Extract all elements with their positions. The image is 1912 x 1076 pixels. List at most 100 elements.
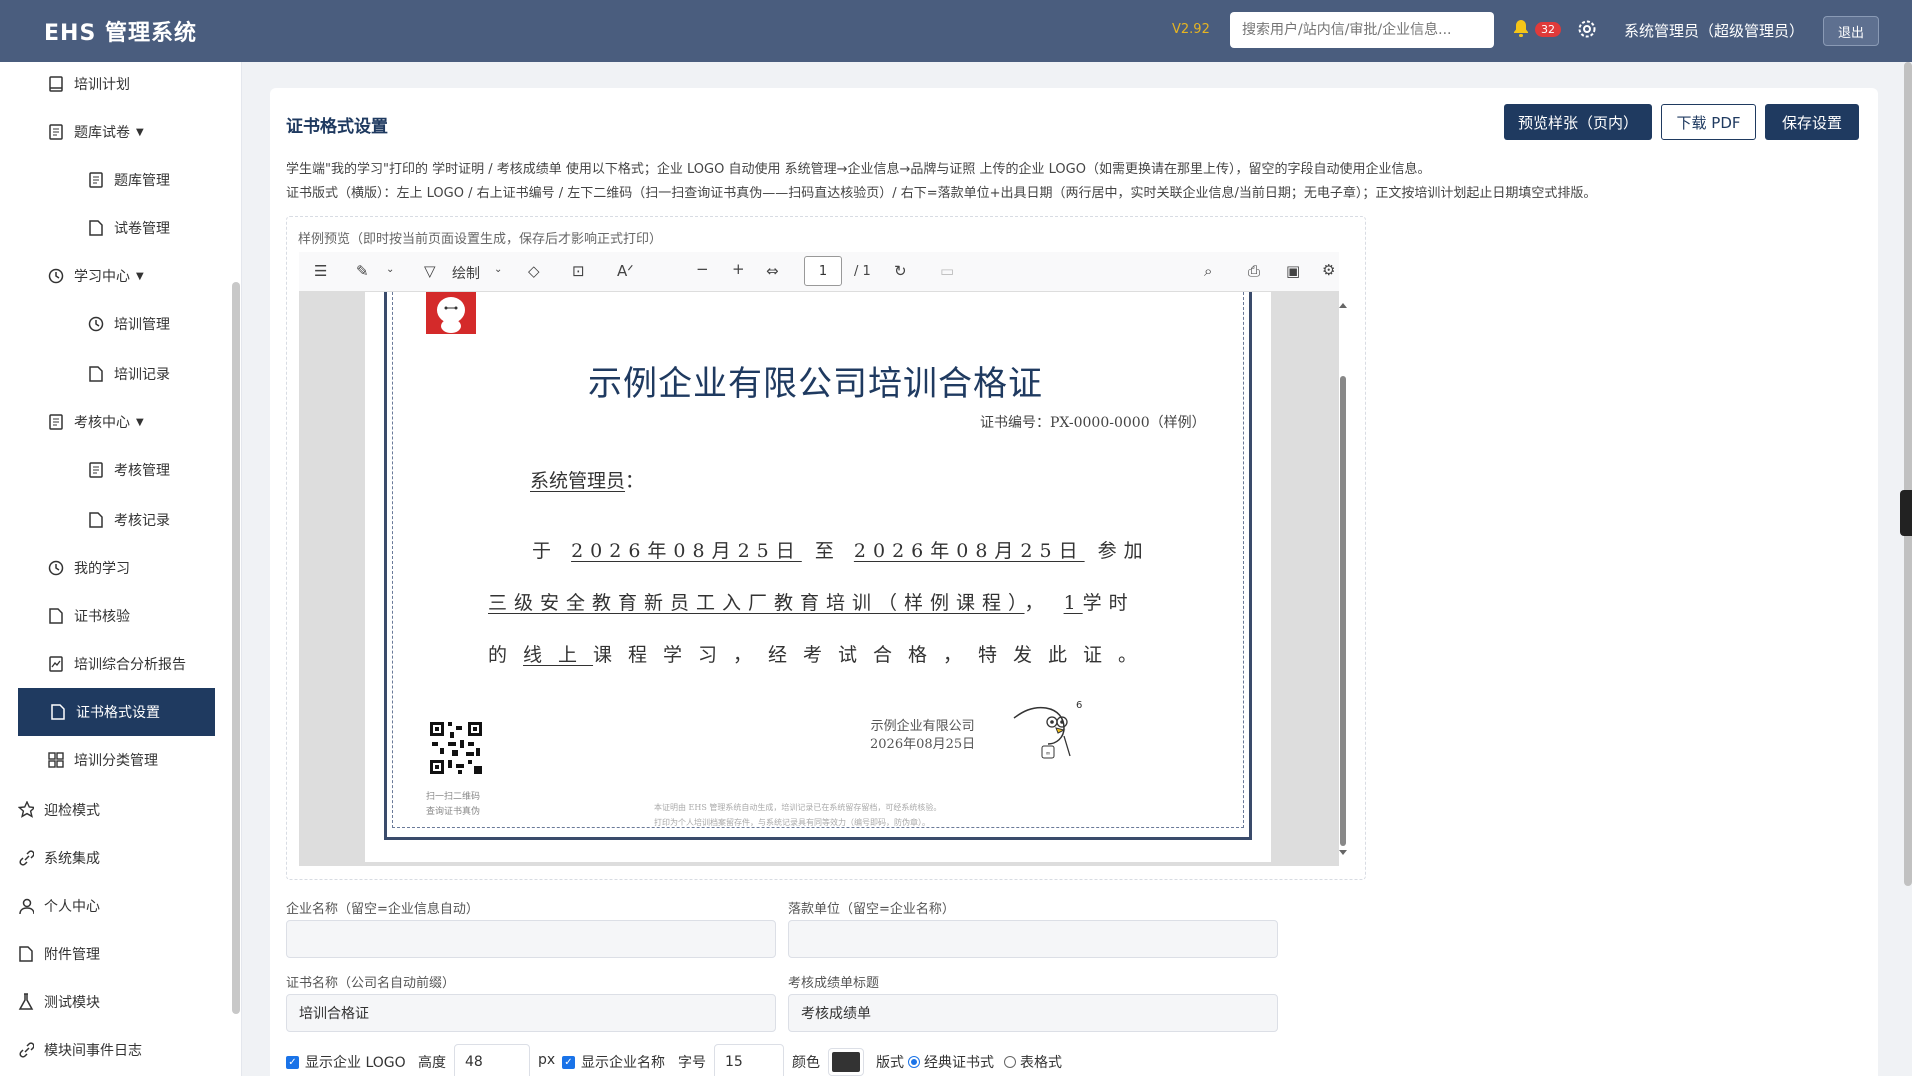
bell-icon[interactable] <box>1512 19 1534 41</box>
sidebar-item-label: 培训记录 <box>114 367 170 383</box>
sidebar-item-system-integration[interactable]: 系统集成 <box>18 834 100 882</box>
sidebar-item-training-plan[interactable]: 培训计划 <box>48 60 130 108</box>
sidebar-item-paper-mgmt[interactable]: 试卷管理 <box>88 204 170 252</box>
settings-gear-icon[interactable] <box>1576 18 1598 46</box>
sidebar-item-cert-format[interactable]: 证书格式设置 <box>18 688 215 736</box>
clock-icon <box>48 559 64 577</box>
download-pdf-button[interactable]: 下载 PDF <box>1661 104 1756 140</box>
layout-table-radio[interactable]: 表格式 <box>1004 1052 1062 1072</box>
logo-height-input[interactable]: 48 <box>454 1044 530 1076</box>
cert-name-input[interactable]: 培训合格证 <box>286 994 776 1032</box>
sidebar-item-label: 培训分类管理 <box>74 753 158 769</box>
sidebar-item-question-mgmt[interactable]: 题库管理 <box>88 156 170 204</box>
side-drawer-handle[interactable] <box>1900 490 1912 536</box>
save-settings-button[interactable]: 保存设置 <box>1765 104 1859 140</box>
eraser-icon[interactable]: ◇ <box>528 262 540 280</box>
sidebar-item-attachments[interactable]: 附件管理 <box>18 930 100 978</box>
svg-text:6: 6 <box>1076 700 1082 711</box>
flask-icon <box>18 993 34 1011</box>
sidebar-item-training-mgmt[interactable]: 培训管理 <box>88 300 170 348</box>
sidebar-item-learning-center[interactable]: 学习中心 ▼ <box>48 252 144 300</box>
sidebar-item-test-module[interactable]: 测试模块 <box>18 978 100 1026</box>
sidebar-item-exam-mgmt[interactable]: 考核管理 <box>88 446 170 494</box>
zoom-out-icon[interactable]: − <box>696 260 709 278</box>
link-icon <box>18 1041 34 1059</box>
logout-button[interactable]: 退出 <box>1823 16 1879 46</box>
layout-label: 版式 <box>876 1055 904 1071</box>
show-logo-label: 显示企业 LOGO <box>305 1055 406 1071</box>
sidebar-item-label: 考核中心 <box>74 415 130 431</box>
sidebar-item-inspection-mode[interactable]: 迎检模式 <box>18 786 100 834</box>
rotate-icon[interactable]: ↻ <box>894 262 907 280</box>
score-title-input[interactable]: 考核成绩单 <box>788 994 1278 1032</box>
certificate-body-line-2: 三级安全教育新员工入厂教育培训（样例课程）， 1学时 <box>488 588 1135 615</box>
sidebar-item-training-records[interactable]: 培训记录 <box>88 350 170 398</box>
footer-line: 本证明由 EHS 管理系统自动生成，培训记录已在系统留存留档，可经系统核验。 <box>654 803 942 812</box>
sidebar-item-my-learning[interactable]: 我的学习 <box>48 544 130 592</box>
certificate-footer-note: 本证明由 EHS 管理系统自动生成，培训记录已在系统留存留档，可经系统核验。 打… <box>654 800 941 830</box>
presentation-icon[interactable]: ▭ <box>940 262 954 280</box>
font-size-input[interactable]: 15 <box>714 1044 784 1076</box>
qr-code <box>428 720 484 776</box>
app-logo[interactable]: EHS 管理系统 <box>44 15 197 47</box>
print-icon[interactable]: ⎙ <box>1248 262 1260 280</box>
sidebar-item-exam-records[interactable]: 考核记录 <box>88 496 170 544</box>
save-icon[interactable]: ▣ <box>1286 262 1300 280</box>
highlight-icon[interactable]: ✎ <box>356 262 369 280</box>
checkbox-checked-icon: ✓ <box>286 1055 299 1069</box>
chevron-down-icon[interactable]: ⌄ <box>494 264 502 275</box>
certificate-body-line-1: 于 2026年08月25日 至 2026年08月25日 参加 <box>532 536 1150 563</box>
issuer-block: 示例企业有限公司 2026年08月25日 <box>870 718 975 754</box>
color-picker[interactable] <box>828 1048 864 1076</box>
link-icon <box>18 849 34 867</box>
qr-caption-line: 查询证书真伪 <box>426 807 481 817</box>
chevron-down-icon[interactable]: ⌄ <box>386 264 394 275</box>
layout-table-label: 表格式 <box>1020 1055 1062 1071</box>
file-icon <box>18 945 34 963</box>
footer-line: 打印为个人培训档案留存件，与系统记录具有同等效力（编号即码，防伪章）。 <box>654 818 930 827</box>
gear-icon[interactable]: ⚙ <box>1322 261 1335 279</box>
zoom-in-icon[interactable]: + <box>732 260 745 278</box>
sidebar-item-label: 模块间事件日志 <box>44 1043 142 1059</box>
fit-width-icon[interactable]: ⇔ <box>766 262 779 280</box>
sidebar-item-label: 学习中心 <box>74 269 130 285</box>
sidebar-item-analysis-report[interactable]: 培训综合分析报告 <box>48 640 186 688</box>
sidebar-item-cert-verify[interactable]: 证书核验 <box>48 592 130 640</box>
sidebar-toggle-icon[interactable]: ☰ <box>314 262 327 280</box>
company-name-input[interactable] <box>286 920 776 958</box>
sidebar-item-category-mgmt[interactable]: 培训分类管理 <box>48 736 158 784</box>
sidebar-item-personal-center[interactable]: 个人中心 <box>18 882 100 930</box>
font-size-icon[interactable]: Aᐟ <box>617 262 634 280</box>
show-company-checkbox[interactable]: ✓ 显示企业名称 <box>562 1052 665 1072</box>
caret-down-icon: ▼ <box>136 270 144 282</box>
sidebar-item-label: 系统集成 <box>44 851 100 867</box>
sidebar-scrollbar[interactable] <box>232 282 240 1014</box>
cert-name-label: 证书名称（公司名自动前缀） <box>286 976 456 991</box>
layout-classic-radio[interactable]: 经典证书式 <box>908 1052 994 1072</box>
body-text: 于 <box>532 540 559 562</box>
company-name-label: 企业名称（留空=企业信息自动） <box>286 902 479 917</box>
issuer-input[interactable] <box>788 920 1278 958</box>
page-number-input[interactable]: 1 <box>804 256 842 286</box>
show-logo-checkbox[interactable]: ✓ 显示企业 LOGO <box>286 1052 406 1072</box>
file-icon <box>88 511 104 529</box>
draw-icon[interactable]: ▽ <box>424 262 436 280</box>
sidebar-item-exam-center[interactable]: 考核中心 ▼ <box>48 398 144 446</box>
sidebar-item-question-bank[interactable]: 题库试卷 ▼ <box>48 108 144 156</box>
color-swatch <box>832 1052 860 1072</box>
text-box-icon[interactable]: ⊡ <box>572 262 585 280</box>
page-scrollbar[interactable] <box>1904 62 1912 886</box>
bird-illustration-icon: ∞ 6 <box>1004 696 1088 766</box>
qr-caption-line: 扫一扫二维码 <box>426 792 481 802</box>
course-name: 三级安全教育新员工入厂教育培训（样例课程） <box>488 592 1025 614</box>
sidebar-item-label: 迎检模式 <box>44 803 100 819</box>
global-search-input[interactable] <box>1230 12 1494 48</box>
draw-label[interactable]: 绘制 <box>452 263 480 283</box>
document-list-icon <box>48 413 64 431</box>
sidebar-item-event-log[interactable]: 模块间事件日志 <box>18 1026 142 1074</box>
pdf-scrollbar[interactable] <box>1338 296 1348 862</box>
sidebar-item-label: 个人中心 <box>44 899 100 915</box>
current-user-label[interactable]: 系统管理员（超级管理员） <box>1624 20 1804 41</box>
search-icon[interactable]: ⌕ <box>1204 262 1212 280</box>
preview-button[interactable]: 预览样张（页内） <box>1504 104 1652 140</box>
